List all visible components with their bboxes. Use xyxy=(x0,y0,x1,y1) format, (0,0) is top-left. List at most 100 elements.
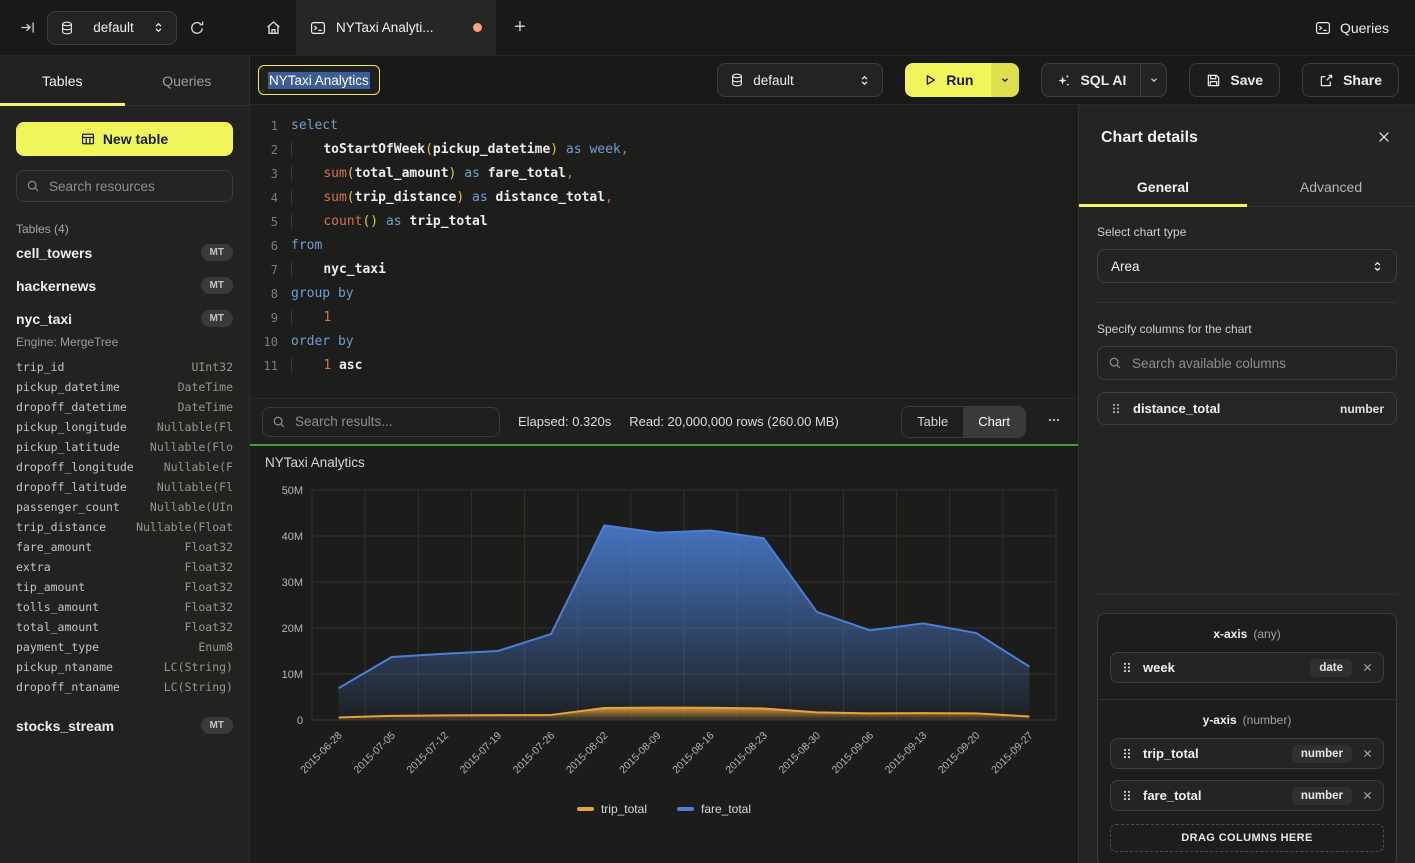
x-axis-item-week[interactable]: weekdate xyxy=(1110,652,1384,683)
column-row: dropoff_ntaname LC(String) xyxy=(16,677,233,697)
table-engine-badge: MT xyxy=(201,277,233,294)
x-axis-tick-label: 2015-08-02 xyxy=(564,730,611,777)
available-column-distance_total[interactable]: distance_totalnumber xyxy=(1097,392,1397,425)
column-name: dropoff_ntaname xyxy=(16,680,120,694)
run-options-button[interactable] xyxy=(991,63,1019,97)
column-type: DateTime xyxy=(178,380,233,394)
sparkle-icon xyxy=(1056,73,1071,88)
chart-canvas[interactable]: 010M20M30M40M50M2015-06-282015-07-052015… xyxy=(250,446,1078,863)
x-axis-tick-label: 2015-09-27 xyxy=(989,730,1036,777)
ellipsis-icon xyxy=(1046,413,1062,427)
column-row: total_amountFloat32 xyxy=(16,617,233,637)
legend-item-fare_total[interactable]: fare_total xyxy=(677,802,751,816)
database-selector[interactable]: default xyxy=(47,11,177,45)
column-row: pickup_longitudeNullable(Fl xyxy=(16,417,233,437)
more-options-button[interactable] xyxy=(1044,411,1064,432)
refresh-icon xyxy=(189,20,205,36)
refresh-button[interactable] xyxy=(189,20,205,36)
line-number: 8 xyxy=(250,282,291,306)
top-bar: default NYTaxi Analyti.. xyxy=(0,0,1415,56)
save-button[interactable]: Save xyxy=(1189,63,1280,97)
line-number: 7 xyxy=(250,258,291,282)
query-title-input[interactable]: NYTaxi Analytics xyxy=(258,65,380,95)
table-row-stocks_stream[interactable]: stocks_streamMT xyxy=(16,709,233,742)
query-toolbar: NYTaxi Analytics default xyxy=(250,56,1415,105)
home-button[interactable] xyxy=(250,0,296,55)
x-axis-tick-label: 2015-08-30 xyxy=(777,730,824,777)
table-row-hackernews[interactable]: hackernewsMT xyxy=(16,269,233,302)
tab-advanced[interactable]: Advanced xyxy=(1247,167,1415,206)
sql-ai-options-button[interactable] xyxy=(1140,64,1166,96)
column-name: passenger_count xyxy=(16,500,120,514)
column-row: fare_amountFloat32 xyxy=(16,537,233,557)
legend-label: trip_total xyxy=(601,802,647,816)
sql-ai-label: SQL AI xyxy=(1080,72,1126,88)
run-button[interactable]: Run xyxy=(905,63,991,97)
toolbar-database-selector[interactable]: default xyxy=(717,63,883,97)
svg-text:40M: 40M xyxy=(282,531,303,543)
table-row-nyc_taxi[interactable]: nyc_taxi MT xyxy=(16,302,233,335)
search-icon xyxy=(272,415,286,429)
new-table-label: New table xyxy=(103,131,168,147)
column-name: pickup_latitude xyxy=(16,440,120,454)
search-icon xyxy=(26,179,40,193)
code-line: 7 nyc_taxi xyxy=(250,258,1078,282)
chevron-updown-icon xyxy=(153,21,164,34)
column-name: pickup_longitude xyxy=(16,420,127,434)
remove-column-button[interactable] xyxy=(1362,662,1373,673)
sidebar-tab-queries[interactable]: Queries xyxy=(125,56,250,105)
legend-item-trip_total[interactable]: trip_total xyxy=(577,802,647,816)
save-label: Save xyxy=(1230,72,1263,88)
remove-column-button[interactable] xyxy=(1362,790,1373,801)
query-tab[interactable]: NYTaxi Analyti... xyxy=(296,0,496,55)
run-label: Run xyxy=(946,72,973,88)
column-type: Nullable(Flo xyxy=(150,440,233,454)
results-search-input[interactable] xyxy=(262,407,500,437)
table-engine-badge: MT xyxy=(201,310,233,327)
home-icon xyxy=(265,19,282,36)
y-axis-item-trip_total[interactable]: trip_totalnumber xyxy=(1110,738,1384,769)
legend-marker xyxy=(677,807,694,811)
column-name: tolls_amount xyxy=(16,600,99,614)
columns-search-input[interactable] xyxy=(1097,346,1397,380)
code-line: 9 1 xyxy=(250,306,1078,330)
y-axis-hint: (number) xyxy=(1243,713,1292,727)
sql-ai-button[interactable]: SQL AI xyxy=(1042,64,1140,96)
sidebar-tab-tables[interactable]: Tables xyxy=(0,56,125,105)
x-axis-label: x-axis xyxy=(1213,627,1247,641)
column-name: pickup_datetime xyxy=(16,380,120,394)
chart-type-select[interactable]: Area xyxy=(1097,249,1397,283)
table-row-cell_towers[interactable]: cell_towersMT xyxy=(16,236,233,269)
line-number: 11 xyxy=(250,354,291,378)
x-axis-tick-label: 2015-07-12 xyxy=(405,730,452,777)
y-axis-items: trip_totalnumber fare_totalnumber xyxy=(1110,738,1384,811)
column-type: UInt32 xyxy=(191,360,233,374)
remove-column-button[interactable] xyxy=(1362,748,1373,759)
new-tab-button[interactable]: + xyxy=(496,0,544,55)
table-name: nyc_taxi xyxy=(16,311,72,327)
x-axis-items: weekdate xyxy=(1110,652,1384,683)
view-toggle-table[interactable]: Table xyxy=(902,407,963,437)
sql-editor[interactable]: 1select2 toStartOfWeek(pickup_datetime) … xyxy=(250,106,1078,398)
drop-zone[interactable]: DRAG COLUMNS HERE xyxy=(1110,824,1384,852)
collapse-sidebar-button[interactable] xyxy=(20,20,35,35)
y-axis-item-fare_total[interactable]: fare_totalnumber xyxy=(1110,780,1384,811)
share-button[interactable]: Share xyxy=(1302,63,1399,97)
column-type: LC(String) xyxy=(164,680,233,694)
rows-read: Read: 20,000,000 rows (260.00 MB) xyxy=(629,414,839,429)
tab-general[interactable]: General xyxy=(1079,167,1247,206)
database-selector-value: default xyxy=(93,20,134,35)
table-engine-badge: MT xyxy=(201,244,233,261)
sidebar-tabs: Tables Queries xyxy=(0,56,249,106)
close-panel-button[interactable] xyxy=(1377,130,1391,147)
line-number: 10 xyxy=(250,330,291,354)
code-line: 11 1 asc xyxy=(250,354,1078,378)
chart-type-value: Area xyxy=(1111,259,1140,274)
queries-button[interactable]: Queries xyxy=(1315,20,1389,36)
view-toggle-chart[interactable]: Chart xyxy=(963,407,1025,437)
resource-search-input[interactable] xyxy=(16,170,233,202)
chevron-updown-icon xyxy=(1372,260,1383,273)
new-table-button[interactable]: New table xyxy=(16,122,233,156)
table-engine-info: Engine: MergeTree xyxy=(16,335,233,349)
divider xyxy=(1097,594,1397,595)
